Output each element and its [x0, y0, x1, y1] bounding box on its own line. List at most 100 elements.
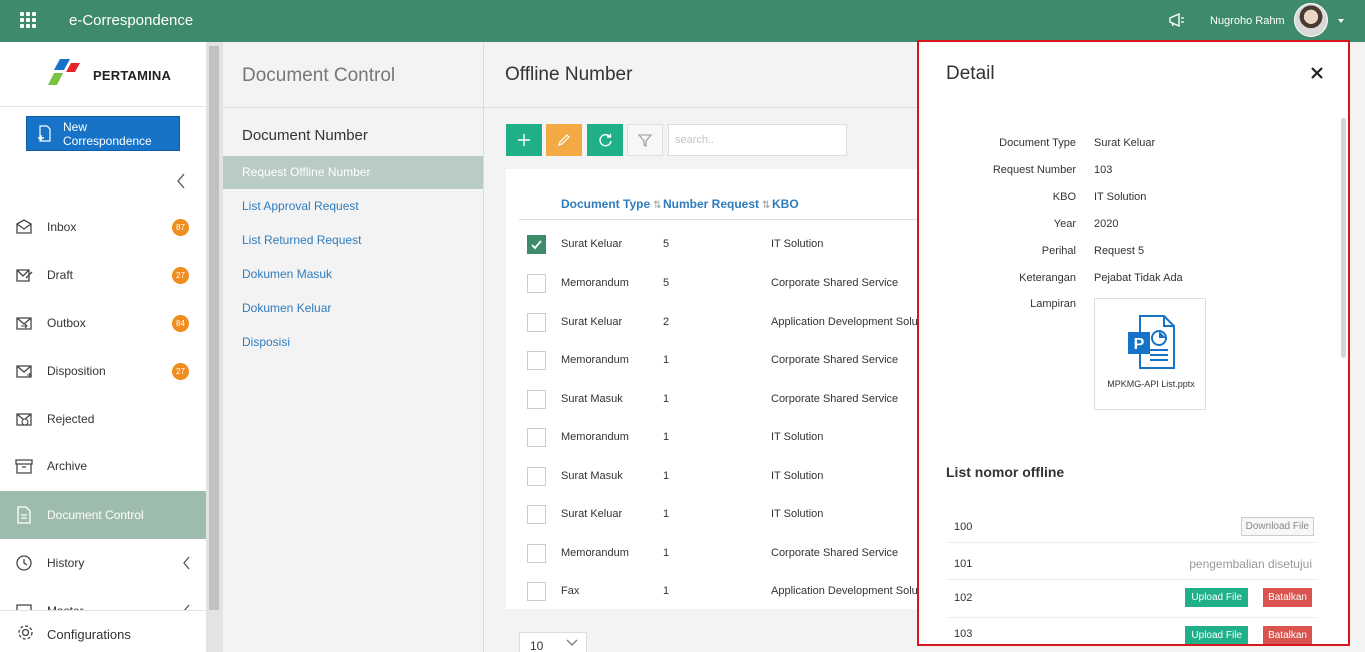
- row-checkbox[interactable]: [527, 313, 546, 332]
- cell-kbo: Application Development Solution: [771, 585, 918, 597]
- sidebar: PERTAMINA New Correspondence Inbox 87 Dr…: [0, 42, 206, 652]
- column-header-number-request[interactable]: Number Request ⇅: [663, 197, 770, 211]
- sort-icon[interactable]: ⇅: [653, 200, 661, 211]
- row-checkbox[interactable]: [527, 235, 546, 254]
- table-row[interactable]: Surat Keluar 1 IT Solution: [506, 497, 918, 535]
- chevron-left-icon[interactable]: [176, 173, 186, 189]
- sidebar-item-disposition[interactable]: Disposition 27: [0, 347, 206, 395]
- new-correspondence-button[interactable]: New Correspondence: [26, 116, 180, 151]
- app-title: e-Correspondence: [69, 12, 194, 29]
- user-name[interactable]: Nugroho Rahm: [1210, 15, 1285, 27]
- sidebar-item-outbox[interactable]: Outbox 84: [0, 299, 206, 347]
- cell-number-request: 1: [663, 508, 670, 520]
- cell-kbo: Corporate Shared Service: [771, 393, 899, 405]
- sidebar-scrollbar[interactable]: [206, 42, 223, 652]
- column-header-label: KBO: [772, 197, 799, 211]
- attachment-card[interactable]: P MPKMG-API List.pptx: [1094, 298, 1206, 410]
- field-value-document-type: Surat Keluar: [1094, 137, 1156, 149]
- section-title: Document Number: [242, 127, 368, 144]
- row-checkbox[interactable]: [527, 544, 546, 563]
- svg-text:P: P: [1134, 336, 1145, 353]
- filter-icon: [638, 134, 652, 147]
- row-checkbox[interactable]: [527, 351, 546, 370]
- table-row[interactable]: Surat Masuk 1 IT Solution: [506, 459, 918, 497]
- row-checkbox[interactable]: [527, 428, 546, 447]
- main-content: Offline Number Document Type⇅ Number Req…: [484, 42, 918, 652]
- panel-title: Document Control: [242, 65, 396, 86]
- apps-grid-icon[interactable]: [20, 12, 36, 28]
- link-list-approval-request[interactable]: List Approval Request: [223, 190, 483, 223]
- history-icon: [16, 555, 32, 571]
- link-dokumen-masuk[interactable]: Dokumen Masuk: [223, 258, 483, 291]
- powerpoint-file-icon: P: [1128, 315, 1175, 369]
- close-icon[interactable]: [1309, 65, 1325, 81]
- table-row[interactable]: Surat Masuk 1 Corporate Shared Service: [506, 382, 918, 420]
- sort-icon[interactable]: ⇅: [762, 200, 770, 211]
- table-row[interactable]: Memorandum 1 Corporate Shared Service: [506, 536, 918, 574]
- page-size-select[interactable]: 10: [519, 632, 587, 652]
- outbox-count-badge: 84: [172, 315, 189, 332]
- draft-icon: [16, 269, 33, 282]
- row-checkbox[interactable]: [527, 274, 546, 293]
- cancel-button[interactable]: Batalkan: [1263, 626, 1312, 644]
- table-row[interactable]: Memorandum 1 Corporate Shared Service: [506, 343, 918, 381]
- edit-button[interactable]: [546, 124, 582, 156]
- caret-down-icon[interactable]: [1338, 19, 1344, 23]
- row-checkbox[interactable]: [527, 582, 546, 601]
- table-row[interactable]: Surat Keluar 2 Application Development S…: [506, 305, 918, 343]
- refresh-button[interactable]: [587, 124, 623, 156]
- link-disposisi[interactable]: Disposisi: [223, 326, 483, 359]
- cancel-button[interactable]: Batalkan: [1263, 588, 1312, 607]
- sidebar-item-draft[interactable]: Draft 27: [0, 251, 206, 299]
- sidebar-item-label: History: [47, 556, 85, 570]
- sidebar-item-history[interactable]: History: [0, 539, 206, 587]
- table-row[interactable]: Surat Keluar 5 IT Solution: [506, 227, 918, 265]
- link-dokumen-keluar[interactable]: Dokumen Keluar: [223, 292, 483, 325]
- pertamina-logo-mark: [48, 59, 80, 85]
- add-button[interactable]: [506, 124, 542, 156]
- draft-count-badge: 27: [172, 267, 189, 284]
- megaphone-icon[interactable]: [1168, 13, 1186, 27]
- disposition-count-badge: 27: [172, 363, 189, 380]
- sidebar-item-inbox[interactable]: Inbox 87: [0, 203, 206, 251]
- table-row[interactable]: Fax 1 Application Development Solution: [506, 574, 918, 612]
- detail-scrollbar[interactable]: [1341, 118, 1346, 358]
- column-header-document-type[interactable]: Document Type ⇅: [561, 197, 662, 211]
- column-header-kbo[interactable]: KBO: [772, 197, 799, 211]
- sidebar-item-label: Configurations: [47, 627, 131, 642]
- sidebar-item-rejected[interactable]: Rejected: [0, 395, 206, 443]
- link-list-returned-request[interactable]: List Returned Request: [223, 224, 483, 257]
- row-checkbox[interactable]: [527, 467, 546, 486]
- field-label: Perihal: [1041, 245, 1076, 257]
- offline-number-row: 100 Download File: [946, 509, 1318, 543]
- cell-number-request: 1: [663, 547, 670, 559]
- sidebar-item-configurations[interactable]: Configurations: [0, 610, 206, 652]
- cell-number-request: 5: [663, 277, 670, 289]
- link-request-offline-number[interactable]: Request Offline Number: [223, 156, 483, 189]
- cell-document-type: Memorandum: [561, 547, 629, 559]
- cell-number-request: 5: [663, 238, 670, 250]
- row-checkbox[interactable]: [527, 390, 546, 409]
- page-scrollbar[interactable]: [1350, 42, 1365, 652]
- outbox-icon: [16, 317, 32, 330]
- refresh-icon: [598, 133, 612, 146]
- inbox-icon: [16, 219, 32, 234]
- search-input[interactable]: [668, 124, 847, 156]
- cell-kbo: Corporate Shared Service: [771, 547, 899, 559]
- table-row[interactable]: Memorandum 5 Corporate Shared Service: [506, 266, 918, 304]
- upload-file-button[interactable]: Upload File: [1185, 626, 1248, 644]
- table-row[interactable]: Memorandum 1 IT Solution: [506, 420, 918, 458]
- scrollbar-thumb[interactable]: [209, 46, 219, 610]
- field-value-kbo: IT Solution: [1094, 191, 1147, 203]
- row-checkbox[interactable]: [527, 505, 546, 524]
- archive-icon: [15, 459, 33, 474]
- logo-text: PERTAMINA: [93, 68, 172, 83]
- avatar[interactable]: [1294, 3, 1328, 37]
- cell-kbo: Corporate Shared Service: [771, 277, 899, 289]
- sidebar-item-archive[interactable]: Archive: [0, 442, 206, 490]
- cell-number-request: 1: [663, 431, 670, 443]
- download-file-button[interactable]: Download File: [1240, 517, 1314, 536]
- filter-button[interactable]: [627, 124, 663, 156]
- upload-file-button[interactable]: Upload File: [1185, 588, 1248, 607]
- sidebar-item-document-control[interactable]: Document Control: [0, 491, 206, 539]
